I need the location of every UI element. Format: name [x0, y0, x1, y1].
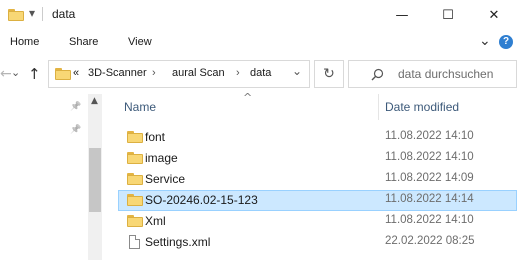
file-name: Xml	[145, 214, 166, 228]
sort-ascending-icon: ^	[243, 91, 253, 104]
column-divider[interactable]	[378, 94, 379, 120]
pin-icon[interactable]: 📌	[70, 124, 81, 135]
file-name: image	[145, 151, 178, 165]
folder-icon	[127, 194, 143, 206]
breadcrumb-overflow[interactable]: «	[73, 67, 79, 79]
file-date: 11.08.2022 14:10	[385, 214, 474, 226]
maximize-icon: ☐	[442, 7, 454, 23]
folder-icon	[55, 68, 71, 80]
search-placeholder: data durchsuchen	[398, 67, 494, 81]
file-date: 11.08.2022 14:10	[385, 151, 474, 163]
close-icon: ✕	[488, 7, 500, 23]
breadcrumb-separator[interactable]: ›	[152, 67, 156, 79]
column-header-date-modified[interactable]: Date modified	[385, 100, 459, 114]
breadcrumb-aural-scan[interactable]: aural Scan	[172, 67, 225, 79]
window-title: data	[52, 7, 76, 21]
close-button[interactable]: ✕	[471, 0, 517, 30]
pin-icon[interactable]: 📌	[70, 101, 81, 112]
tab-home[interactable]: Home	[10, 36, 39, 48]
recent-locations-icon[interactable]: ⌄	[11, 66, 20, 79]
file-date: 11.08.2022 14:14	[385, 193, 474, 205]
file-row-image[interactable]: image 11.08.2022 14:10	[118, 148, 517, 169]
file-row-settings-xml[interactable]: Settings.xml 22.02.2022 08:25	[118, 232, 517, 253]
quick-access-dropdown[interactable]: ▾	[29, 6, 35, 20]
refresh-button[interactable]: ↻	[314, 60, 344, 88]
file-date: 11.08.2022 14:10	[385, 130, 474, 142]
folder-icon	[8, 9, 24, 21]
maximize-button[interactable]: ☐	[425, 0, 471, 30]
up-button[interactable]: ↑	[28, 65, 41, 83]
address-dropdown-icon[interactable]: ⌄	[292, 64, 302, 78]
file-name: font	[145, 130, 166, 144]
ribbon-expand-icon[interactable]: ⌄	[479, 33, 491, 49]
file-name: SO-20246.02-15-123	[145, 193, 258, 207]
folder-icon	[127, 131, 143, 143]
search-input[interactable]: data durchsuchen	[348, 60, 517, 88]
folder-icon	[127, 152, 143, 164]
file-row-xml[interactable]: Xml 11.08.2022 14:10	[118, 211, 517, 232]
scrollbar-thumb[interactable]	[89, 148, 101, 212]
folder-icon	[127, 173, 143, 185]
file-date: 22.02.2022 08:25	[385, 235, 475, 247]
folder-icon	[127, 215, 143, 227]
file-row-font[interactable]: font 11.08.2022 14:10	[118, 127, 517, 148]
tab-view[interactable]: View	[128, 36, 152, 48]
title-bar: ▾ data — ☐ ✕	[0, 0, 517, 30]
refresh-icon: ↻	[323, 66, 335, 82]
file-date: 11.08.2022 14:09	[385, 172, 474, 184]
back-button[interactable]: ←	[0, 66, 12, 82]
file-row-service[interactable]: Service 11.08.2022 14:09	[118, 169, 517, 190]
help-icon[interactable]: ?	[499, 35, 513, 49]
tab-share[interactable]: Share	[69, 36, 98, 48]
title-divider	[42, 7, 43, 21]
breadcrumb-separator[interactable]: ›	[236, 67, 240, 79]
breadcrumb-3d-scanner[interactable]: 3D-Scanner	[88, 67, 147, 79]
file-row-so-20246[interactable]: SO-20246.02-15-123 11.08.2022 14:14	[118, 190, 517, 211]
file-name: Service	[145, 172, 186, 186]
column-header-name[interactable]: Name	[124, 100, 156, 114]
file-name: Settings.xml	[145, 235, 211, 249]
minimize-icon: —	[395, 7, 409, 23]
search-icon	[371, 68, 384, 81]
file-icon	[129, 235, 140, 249]
scroll-up-arrow-icon[interactable]: ▲	[91, 96, 98, 106]
minimize-button[interactable]: —	[379, 0, 425, 30]
breadcrumb-data[interactable]: data	[250, 67, 271, 79]
